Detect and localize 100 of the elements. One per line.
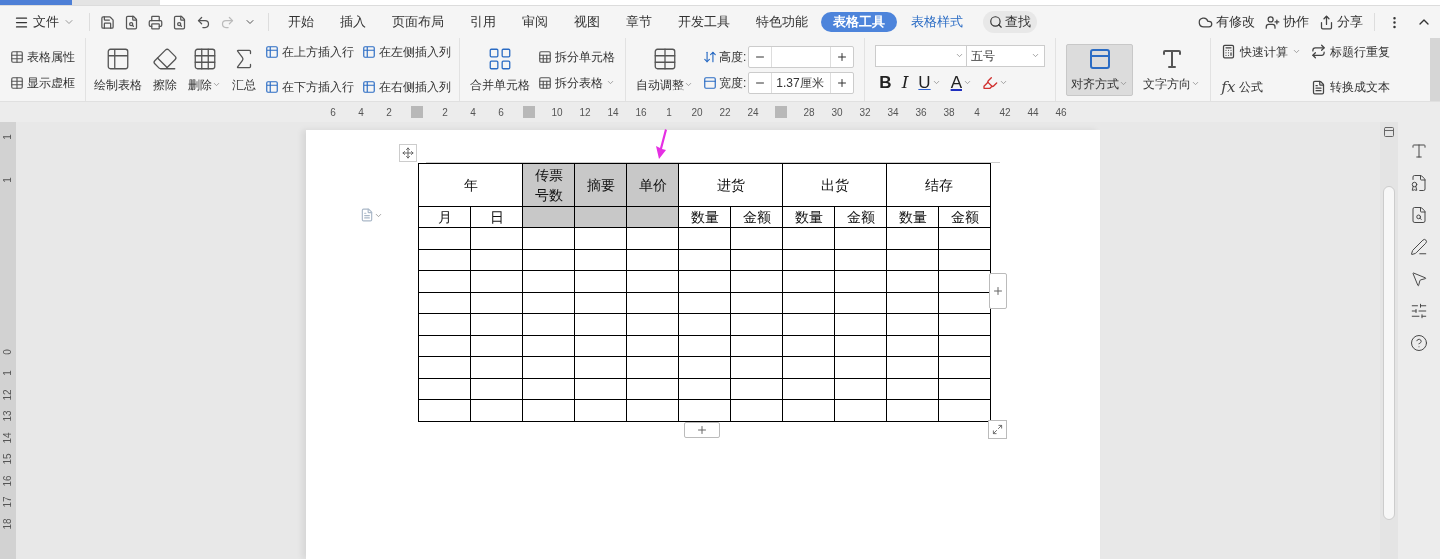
table-cell[interactable] [782,378,835,400]
table-cell[interactable] [886,335,939,357]
ribbon-button[interactable]: fx 公式 [1221,73,1302,101]
table-cell[interactable] [418,335,471,357]
font-name-field[interactable] [875,44,968,67]
table-cell[interactable] [782,335,835,357]
table-cell[interactable] [522,335,575,357]
table-cell[interactable] [834,270,887,292]
table-cell[interactable] [470,356,523,378]
search-button[interactable]: 查找 [983,11,1037,33]
align-button[interactable]: 对齐方式 [1066,43,1134,96]
table-cell[interactable] [626,292,679,314]
font-size-field[interactable]: 五号 [967,44,1046,67]
table-cell[interactable] [470,335,523,357]
table-cell[interactable] [678,335,731,357]
table-cell[interactable] [626,356,679,378]
table-cell[interactable] [522,270,575,292]
table-header-cell[interactable]: 数量 [678,206,731,228]
scrollbar-thumb[interactable] [1383,186,1395,520]
ribbon-tab[interactable]: 特色功能 [743,12,821,32]
table-cell[interactable] [470,399,523,421]
table-cell[interactable] [886,249,939,271]
table-header-cell[interactable]: 月 [418,206,471,228]
table-cell[interactable] [418,270,471,292]
table-cell[interactable] [678,270,731,292]
table-cell[interactable] [938,335,991,357]
table-cell[interactable] [678,292,731,314]
ribbon-button[interactable]: 拆分单元格 [538,47,615,66]
save-icon[interactable] [100,14,115,30]
ribbon-button[interactable]: 绘制表格 [92,45,144,94]
table-cell[interactable] [782,313,835,335]
ribbon-scroll-handle[interactable] [1430,38,1440,101]
table-cell[interactable] [886,292,939,314]
table-cell[interactable] [782,227,835,249]
ribbon-tab[interactable]: 审阅 [509,12,561,32]
table-cell[interactable] [834,399,887,421]
table-cell[interactable] [626,399,679,421]
document-icon[interactable] [124,14,139,30]
table-cell[interactable] [938,313,991,335]
document-bookmark-icon[interactable] [1410,174,1428,192]
table-header-cell[interactable]: 数量 [782,206,835,228]
table-cell[interactable] [834,249,887,271]
italic-button[interactable]: I [897,70,913,95]
table-cell[interactable] [678,313,731,335]
ribbon-tab[interactable]: 章节 [613,12,665,32]
ribbon-tab[interactable]: 开发工具 [665,12,743,32]
table-cell[interactable] [626,227,679,249]
table-header-cell[interactable]: 日 [470,206,523,228]
table-header-cell[interactable]: 出货 [782,163,887,207]
ribbon-tab[interactable]: 插入 [327,12,379,32]
table-cell[interactable] [886,378,939,400]
table-cell[interactable] [522,313,575,335]
spin-field[interactable]: 1.37厘米 [748,71,855,94]
table-cell[interactable] [522,249,575,271]
ribbon-tab[interactable]: 表格样式 [897,12,977,32]
print-preview-icon[interactable] [172,14,187,30]
table-cell[interactable] [418,249,471,271]
table-cell[interactable] [886,313,939,335]
table-cell[interactable] [470,292,523,314]
ribbon-tab[interactable]: 视图 [561,12,613,32]
table-move-handle[interactable] [399,144,417,162]
table-cell[interactable] [834,292,887,314]
table-cell[interactable] [678,356,731,378]
ribbon-tab[interactable]: 开始 [275,12,327,32]
text-icon[interactable] [1410,142,1428,160]
resize-handle[interactable] [988,420,1007,439]
sliders-icon[interactable] [1410,302,1428,320]
font-color-button[interactable]: A [946,70,976,95]
ribbon-button[interactable]: 拆分表格 [538,73,615,92]
file-menu[interactable]: 文件 [0,6,85,38]
table-cell[interactable] [574,399,627,421]
table-cell[interactable] [834,227,887,249]
ribbon-button[interactable]: 在左侧插入列 [362,42,451,61]
table-cell[interactable] [678,249,731,271]
table-header-cell[interactable]: 进货 [678,163,783,207]
split-view-icon[interactable] [1383,126,1395,138]
table-cell[interactable] [730,356,783,378]
table-cell[interactable] [470,270,523,292]
ribbon-button[interactable]: 汇总 [229,45,259,94]
action-button[interactable]: 有修改 [1193,12,1260,32]
ruler-marker[interactable] [775,106,787,118]
table-header-cell[interactable]: 结存 [886,163,991,207]
table-cell[interactable] [418,313,471,335]
table-cell[interactable] [522,292,575,314]
table-cell[interactable] [626,378,679,400]
table-cell[interactable] [938,249,991,271]
table-cell[interactable] [418,378,471,400]
ribbon-button[interactable]: 显示虚框 [10,73,75,92]
table-cell[interactable] [470,249,523,271]
ribbon-button[interactable]: 转换成文本 [1311,73,1392,101]
table-cell[interactable] [834,356,887,378]
ribbon-button[interactable]: 在下方插入行 [265,78,354,97]
table-cell[interactable] [938,356,991,378]
table-cell[interactable] [886,399,939,421]
merge-cells-button[interactable]: 合并单元格 [470,45,530,94]
cursor-icon[interactable] [1410,270,1428,288]
table-cell[interactable] [886,227,939,249]
table-cell[interactable] [522,399,575,421]
table-cell[interactable] [574,356,627,378]
table-cell[interactable] [574,292,627,314]
